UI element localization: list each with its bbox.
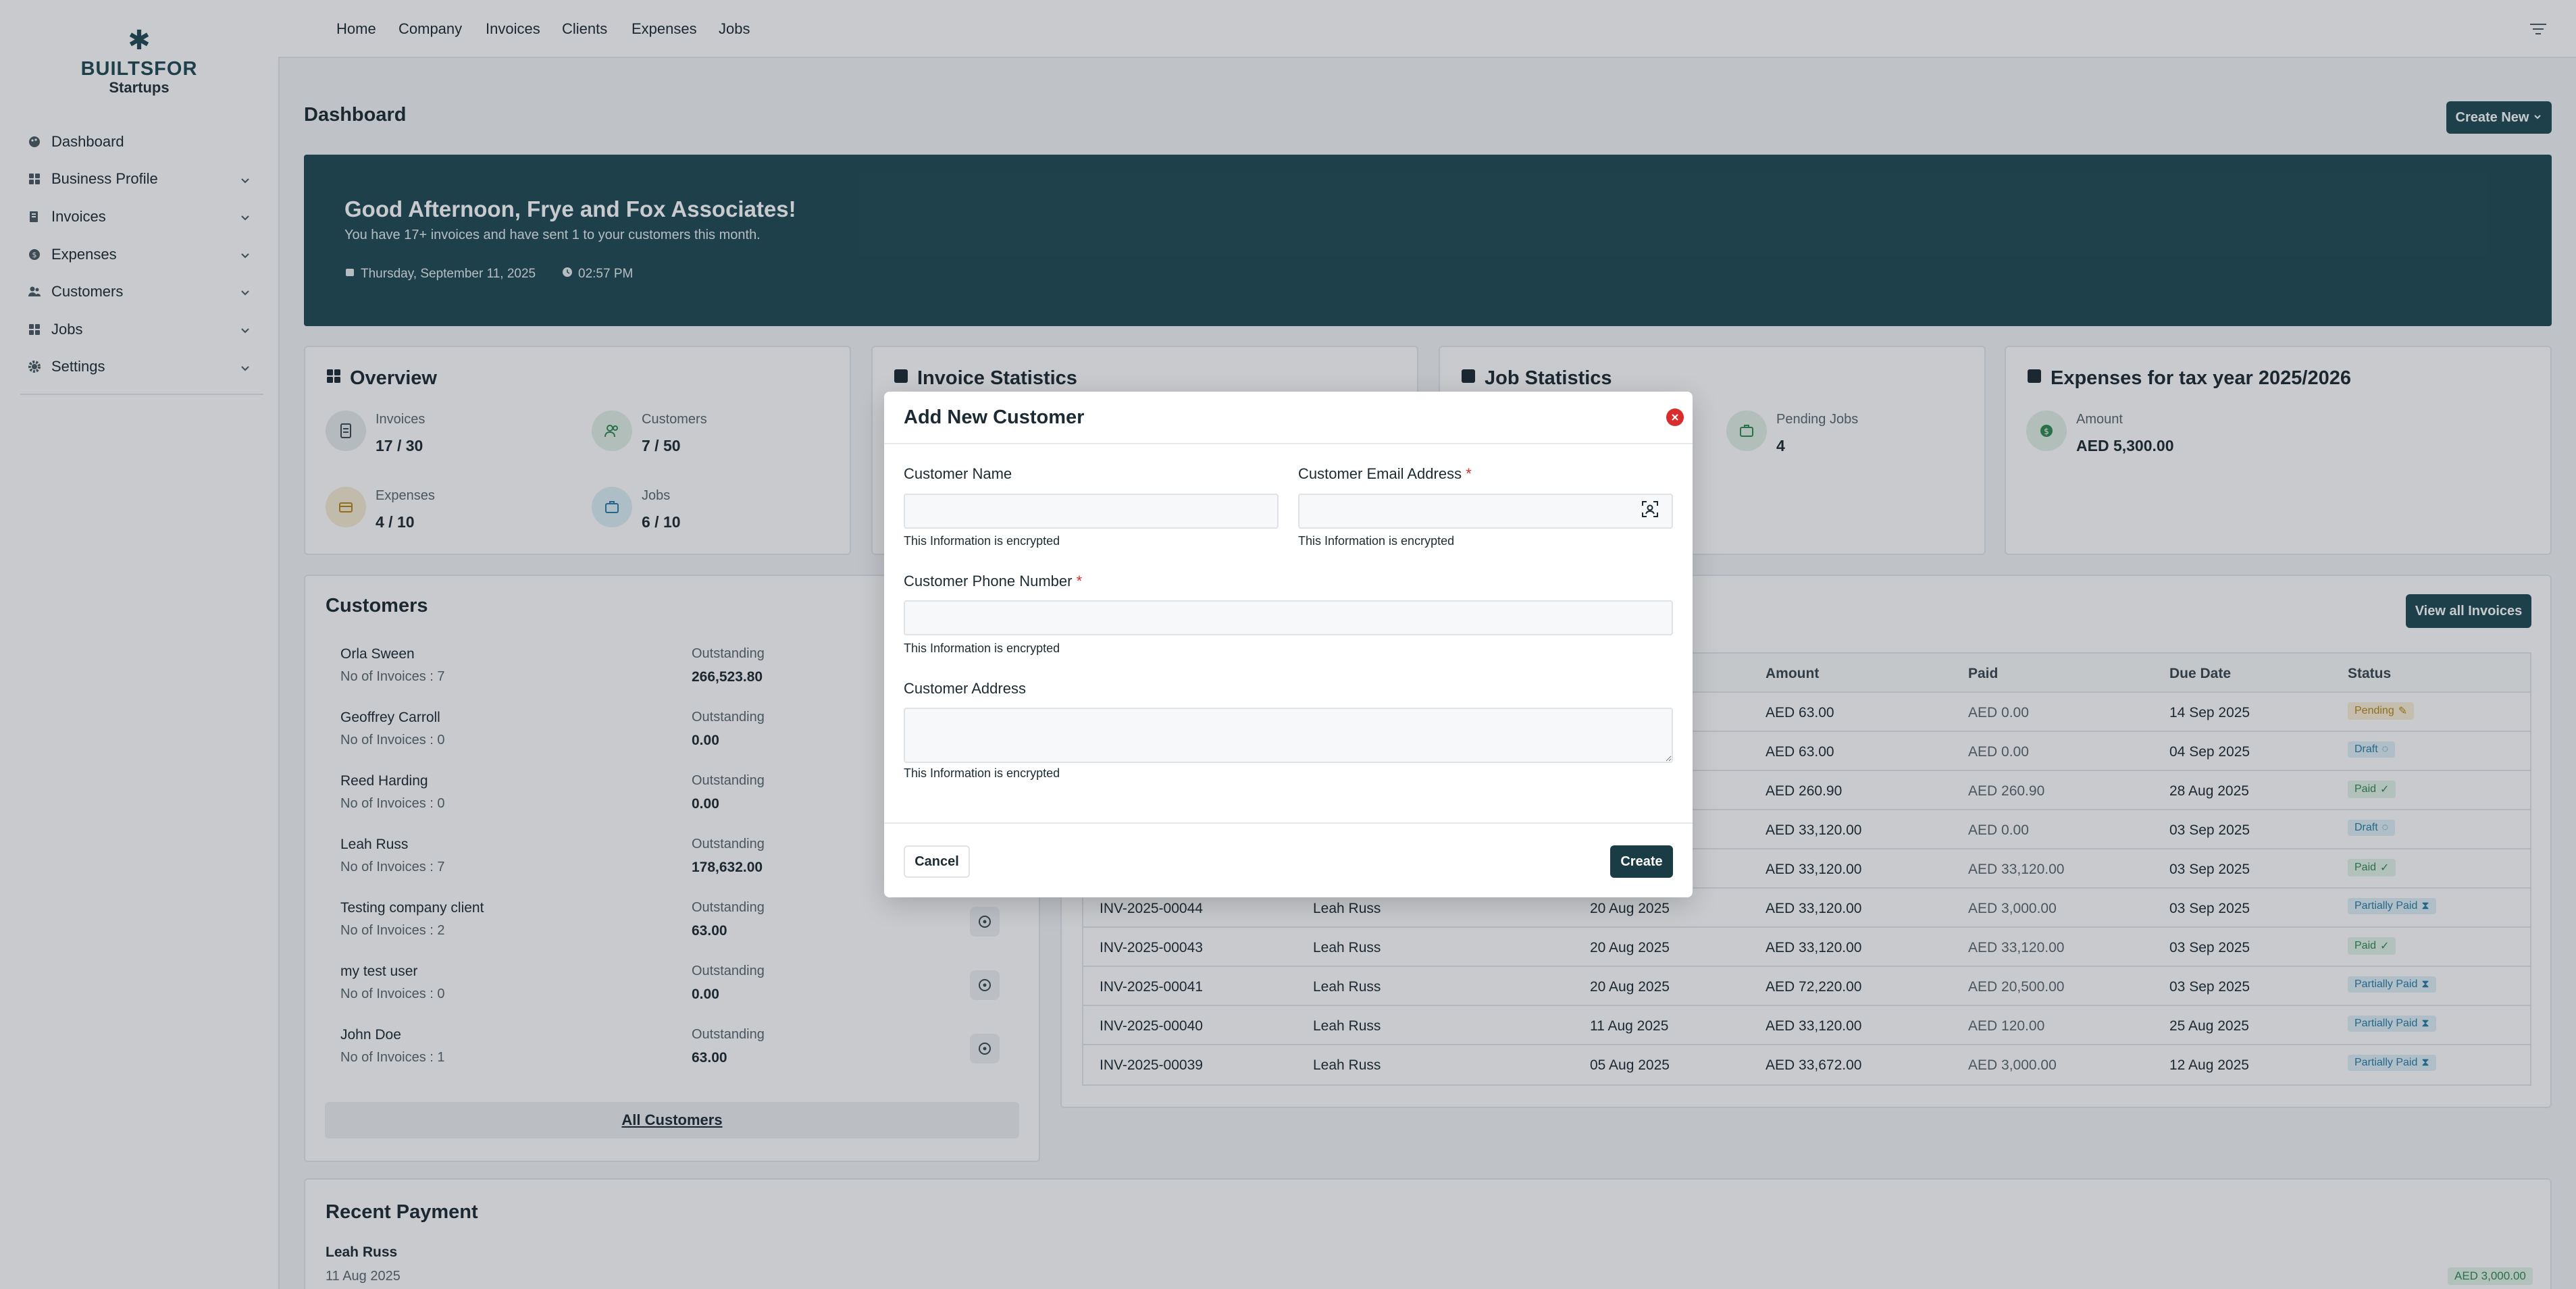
customer-address-label: Customer Address <box>904 680 1026 698</box>
customer-address-textarea[interactable] <box>904 708 1673 763</box>
customer-email-label-text: Customer Email Address <box>1298 465 1462 482</box>
customer-name-input[interactable] <box>904 494 1279 529</box>
modal-footer: Cancel Create <box>884 822 1693 899</box>
encrypted-note: This Information is encrypted <box>904 534 1060 548</box>
customer-phone-input[interactable] <box>904 600 1673 635</box>
customer-name-label-text: Customer Name <box>904 465 1012 482</box>
close-icon[interactable] <box>1666 409 1684 426</box>
add-customer-modal: Add New Customer Customer Name This Info… <box>884 392 1693 897</box>
modal-title: Add New Customer <box>904 406 1085 428</box>
customer-address-label-text: Customer Address <box>904 680 1026 697</box>
customer-email-label: Customer Email Address * <box>1298 465 1472 483</box>
modal-header: Add New Customer <box>884 392 1693 444</box>
create-button[interactable]: Create <box>1610 845 1673 878</box>
encrypted-note: This Information is encrypted <box>904 641 1060 655</box>
customer-phone-label: Customer Phone Number * <box>904 573 1082 590</box>
customer-phone-label-text: Customer Phone Number <box>904 573 1073 589</box>
cancel-button[interactable]: Cancel <box>904 845 970 878</box>
encrypted-note: This Information is encrypted <box>904 766 1060 780</box>
encrypted-note: This Information is encrypted <box>1298 534 1455 548</box>
customer-name-label: Customer Name <box>904 465 1012 483</box>
required-mark: * <box>1076 573 1083 589</box>
contact-scan-icon[interactable] <box>1641 500 1659 519</box>
app-root: ✱ BUILTSFOR Startups Dashboard Business … <box>0 0 2576 1289</box>
required-mark: * <box>1466 465 1472 482</box>
customer-email-input[interactable] <box>1298 494 1673 529</box>
